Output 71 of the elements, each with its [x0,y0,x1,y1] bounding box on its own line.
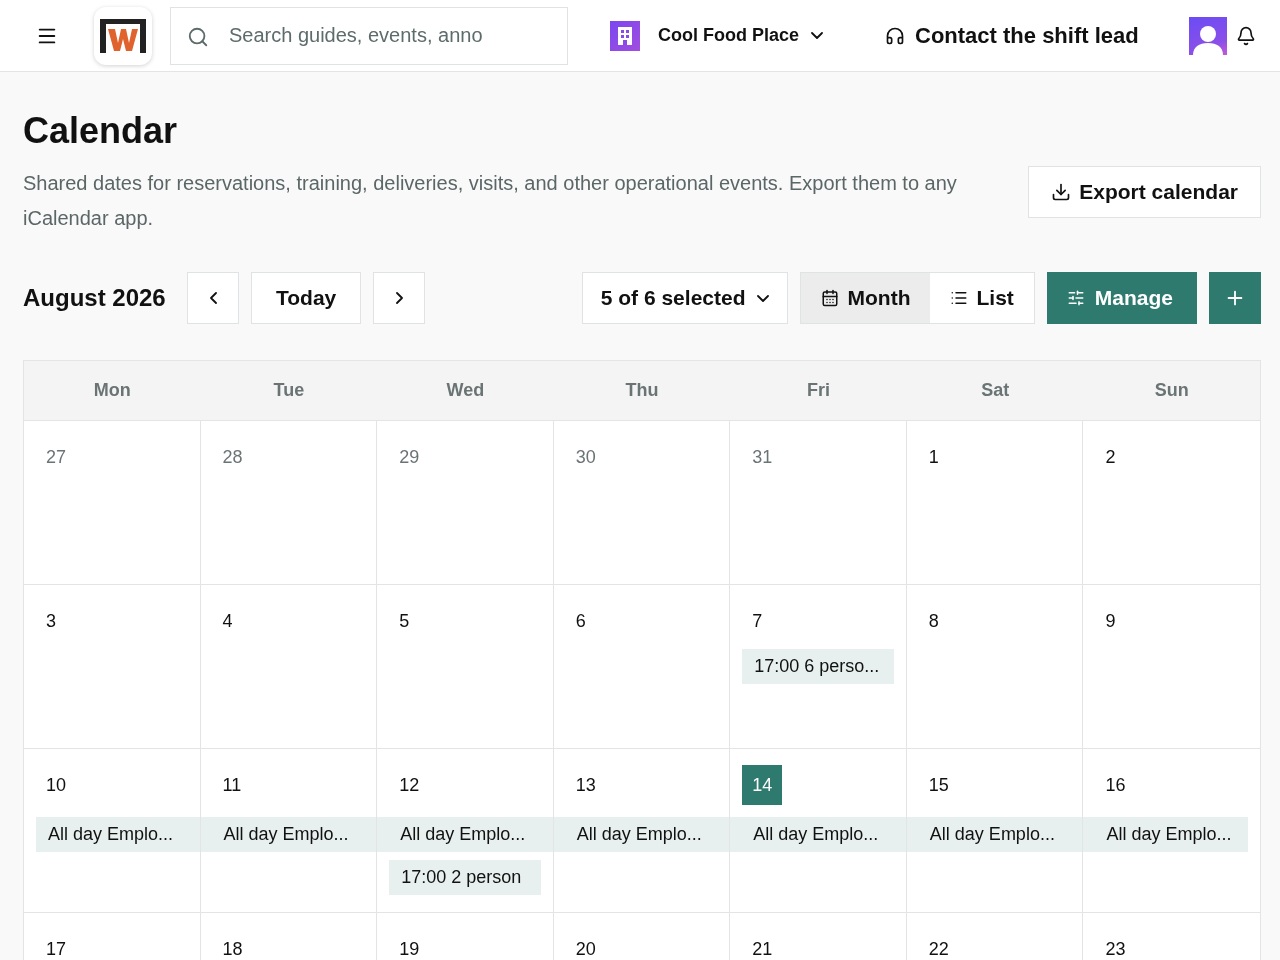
logo-icon [100,18,146,53]
day-number: 9 [1105,610,1116,633]
user-avatar[interactable] [1188,16,1227,55]
day-number: 28 [222,446,243,469]
day-number: 15 [928,774,949,797]
calendar-event[interactable]: All day Emplo... [730,817,906,852]
day-number: 4 [222,610,233,633]
notifications-button[interactable] [1236,25,1256,46]
location-selector[interactable]: Cool Food Place [604,19,829,52]
day-number: 23 [1105,938,1126,960]
chevron-down-icon [811,32,823,39]
chevron-right-icon [395,292,403,304]
app-logo[interactable] [94,6,152,65]
day-number: 5 [399,610,410,633]
weekday-header: Sun [1083,361,1260,421]
calendar-event[interactable]: 17:00 6 perso... [742,649,894,684]
filter-dropdown[interactable]: 5 of 6 selected [581,272,789,324]
day-number: 11 [222,774,242,797]
day-number: 13 [575,774,596,797]
today-date: 14 [742,765,783,805]
day-number: 20 [575,938,596,960]
manage-button[interactable]: Manage [1046,272,1197,324]
headphones-icon [885,25,905,46]
weekday-header: Wed [377,361,554,421]
chevron-down-icon [757,294,770,302]
day-number: 3 [46,610,56,633]
page-description: Shared dates for reservations, training, deliveries, visits, and other operational events. Export them to any iCalendar app. [23,171,958,231]
day-number: 21 [752,938,773,960]
view-tab[interactable]: List [930,273,1034,323]
day-number: 18 [222,938,243,960]
weekday-header: Mon [24,361,201,421]
calendar-event[interactable]: All day Emplo... [553,817,730,852]
weekday-header: Sat [906,361,1084,421]
day-number: 8 [928,610,939,633]
sliders-icon [1066,289,1085,307]
day-number: 1 [928,446,939,469]
chevron-left-icon [209,292,217,304]
day-number: 6 [575,610,586,633]
list-icon [950,289,969,307]
calendar-event[interactable]: All day Emplo... [36,817,200,852]
page-title: Calendar [23,110,179,152]
day-number: 22 [928,938,949,960]
day-number: 31 [752,446,773,469]
day-number: 27 [46,446,67,469]
weekday-header: Fri [730,361,907,421]
calendar-event[interactable]: All day Emplo... [377,817,553,852]
calendar-icon [821,289,840,307]
day-number: 16 [1105,774,1126,797]
today-button[interactable]: Today [251,272,362,324]
day-number: 30 [575,446,596,469]
weekday-header: Thu [553,361,731,421]
day-number: 19 [399,938,420,960]
export-calendar-button[interactable]: Export calendar [1028,166,1261,218]
building-icon [610,20,640,51]
day-number: 7 [752,610,763,633]
calendar-event[interactable]: All day Emplo... [1083,817,1248,852]
weekday-header: Tue [200,361,378,421]
view-tab[interactable]: Month [801,273,931,323]
contact-link[interactable]: Contact the shift lead [879,21,1145,50]
day-number: 12 [399,774,420,797]
search-field[interactable]: Search guides, events, anno [170,6,568,65]
calendar-event[interactable]: All day Emplo... [906,817,1083,852]
search-icon [187,25,209,48]
day-number: 29 [399,446,420,469]
day-number: 10 [46,774,67,797]
month-label: August 2026 [23,284,167,312]
day-number: 2 [1105,446,1116,469]
calendar-event[interactable]: All day Emplo... [200,817,377,852]
download-icon [1051,182,1072,202]
day-number: 17 [46,938,67,960]
calendar-event[interactable]: 17:00 2 person [389,860,541,895]
